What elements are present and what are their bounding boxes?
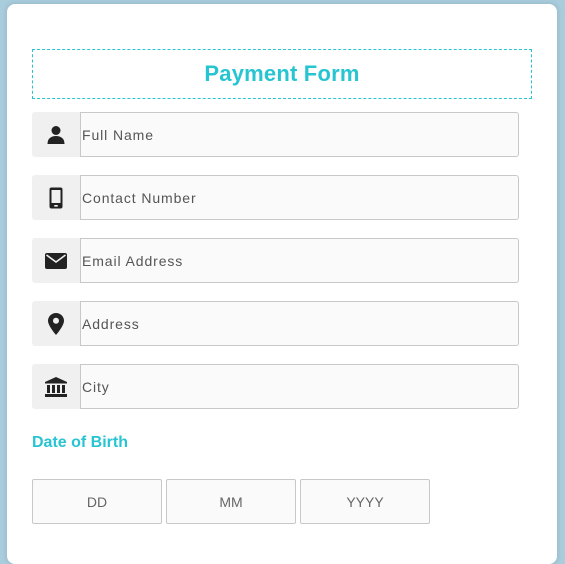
user-icon <box>32 112 80 157</box>
contact-number-field <box>32 175 519 220</box>
city-field <box>32 364 519 409</box>
form-title: Payment Form <box>204 61 360 86</box>
dob-month-input[interactable] <box>166 479 296 524</box>
date-of-birth-label: Date of Birth <box>32 434 128 451</box>
form-title-box: Payment Form <box>32 49 532 99</box>
address-field <box>32 301 519 346</box>
address-input[interactable] <box>80 301 519 346</box>
map-marker-icon <box>32 301 80 346</box>
mobile-phone-icon <box>32 175 80 220</box>
payment-form-card: Payment Form Full Name Contact Number Em… <box>7 4 557 564</box>
full-name-input[interactable] <box>80 112 519 157</box>
envelope-icon <box>32 238 80 283</box>
contact-number-input[interactable] <box>80 175 519 220</box>
full-name-field <box>32 112 519 157</box>
dob-year-input[interactable] <box>300 479 430 524</box>
email-address-field <box>32 238 519 283</box>
email-address-input[interactable] <box>80 238 519 283</box>
bank-icon <box>32 364 80 409</box>
dob-day-input[interactable] <box>32 479 162 524</box>
city-input[interactable] <box>80 364 519 409</box>
